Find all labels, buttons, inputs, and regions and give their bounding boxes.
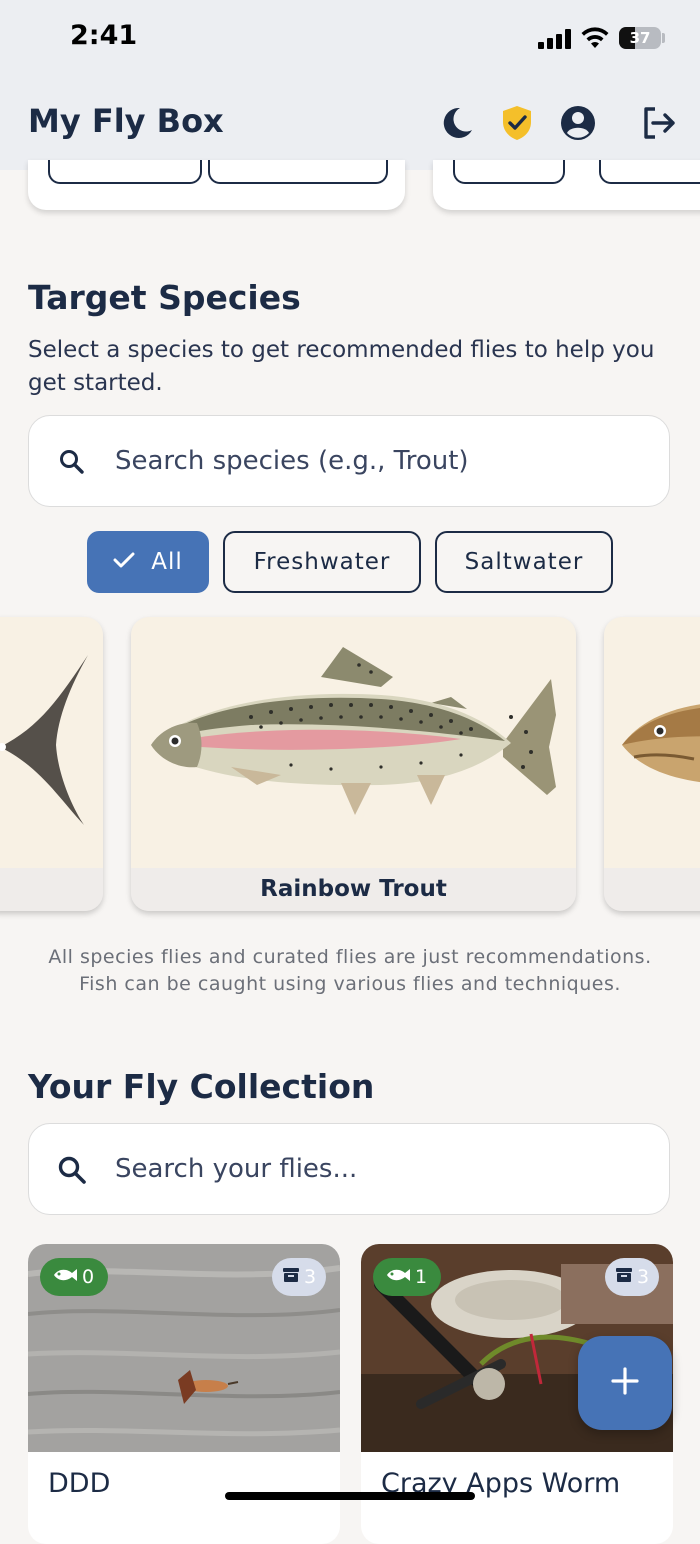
species-name: Rainbow Trout bbox=[131, 868, 576, 911]
caught-count: 0 bbox=[82, 1266, 95, 1288]
rainbow-trout-image bbox=[131, 617, 576, 868]
fly-title: DDD bbox=[48, 1468, 111, 1499]
chip-fragment bbox=[48, 160, 202, 184]
battery-tip bbox=[662, 33, 665, 43]
target-species-title: Target Species bbox=[28, 278, 301, 317]
archive-box-icon bbox=[282, 1266, 300, 1288]
box-count: 3 bbox=[304, 1266, 317, 1288]
caught-count-badge: 1 bbox=[373, 1258, 442, 1296]
account-icon[interactable] bbox=[558, 103, 598, 143]
species-name bbox=[604, 868, 700, 911]
fly-collection-title: Your Fly Collection bbox=[28, 1067, 375, 1106]
search-icon bbox=[57, 447, 87, 477]
filter-chip-saltwater[interactable]: Saltwater bbox=[435, 531, 613, 593]
archive-box-icon bbox=[615, 1266, 633, 1288]
target-species-description: Select a species to get recommended flie… bbox=[28, 337, 655, 396]
species-disclaimer: All species flies and curated flies are … bbox=[48, 946, 652, 995]
status-bar: 2:41 37 bbox=[0, 0, 700, 78]
app-header: My Fly Box bbox=[0, 78, 700, 170]
fish-icon bbox=[385, 1266, 411, 1288]
species-card[interactable] bbox=[604, 617, 700, 911]
filter-chip-all[interactable]: All bbox=[87, 531, 209, 593]
filter-chip-label: Saltwater bbox=[464, 549, 584, 575]
shield-check-icon[interactable] bbox=[497, 103, 537, 143]
wifi-icon bbox=[580, 24, 610, 50]
species-search-box[interactable] bbox=[28, 415, 670, 507]
fly-search-box[interactable] bbox=[28, 1123, 670, 1215]
species-image bbox=[604, 617, 700, 868]
logout-icon[interactable] bbox=[638, 103, 678, 143]
fly-search-input[interactable] bbox=[115, 1144, 635, 1194]
search-icon bbox=[57, 1155, 87, 1185]
previous-card bbox=[433, 160, 700, 210]
filter-chip-label: Freshwater bbox=[253, 549, 391, 575]
species-image bbox=[0, 617, 103, 868]
status-time: 2:41 bbox=[70, 20, 138, 51]
add-fly-button[interactable] bbox=[578, 1336, 672, 1430]
species-search-input[interactable] bbox=[115, 436, 635, 486]
box-count: 3 bbox=[637, 1266, 650, 1288]
chip-fragment bbox=[208, 160, 388, 184]
check-icon bbox=[113, 549, 135, 575]
cellular-signal-icon bbox=[538, 29, 572, 49]
species-card-rainbow-trout[interactable]: Rainbow Trout bbox=[131, 617, 576, 911]
box-count-badge: 3 bbox=[272, 1258, 327, 1296]
box-count-badge: 3 bbox=[605, 1258, 660, 1296]
plus-icon bbox=[610, 1361, 640, 1406]
chip-fragment bbox=[453, 160, 565, 184]
fish-icon bbox=[52, 1266, 78, 1288]
chip-fragment bbox=[599, 160, 700, 184]
caught-count: 1 bbox=[415, 1266, 428, 1288]
battery-icon: 37 bbox=[619, 27, 661, 49]
previous-card bbox=[28, 160, 405, 210]
battery-percent: 37 bbox=[629, 29, 651, 47]
home-indicator[interactable] bbox=[225, 1492, 475, 1500]
app-title: My Fly Box bbox=[28, 102, 224, 140]
moon-icon[interactable] bbox=[437, 103, 477, 143]
species-card[interactable] bbox=[0, 617, 103, 911]
filter-chip-freshwater[interactable]: Freshwater bbox=[223, 531, 421, 593]
filter-chip-label: All bbox=[151, 549, 183, 575]
species-name bbox=[0, 868, 103, 911]
caught-count-badge: 0 bbox=[40, 1258, 109, 1296]
